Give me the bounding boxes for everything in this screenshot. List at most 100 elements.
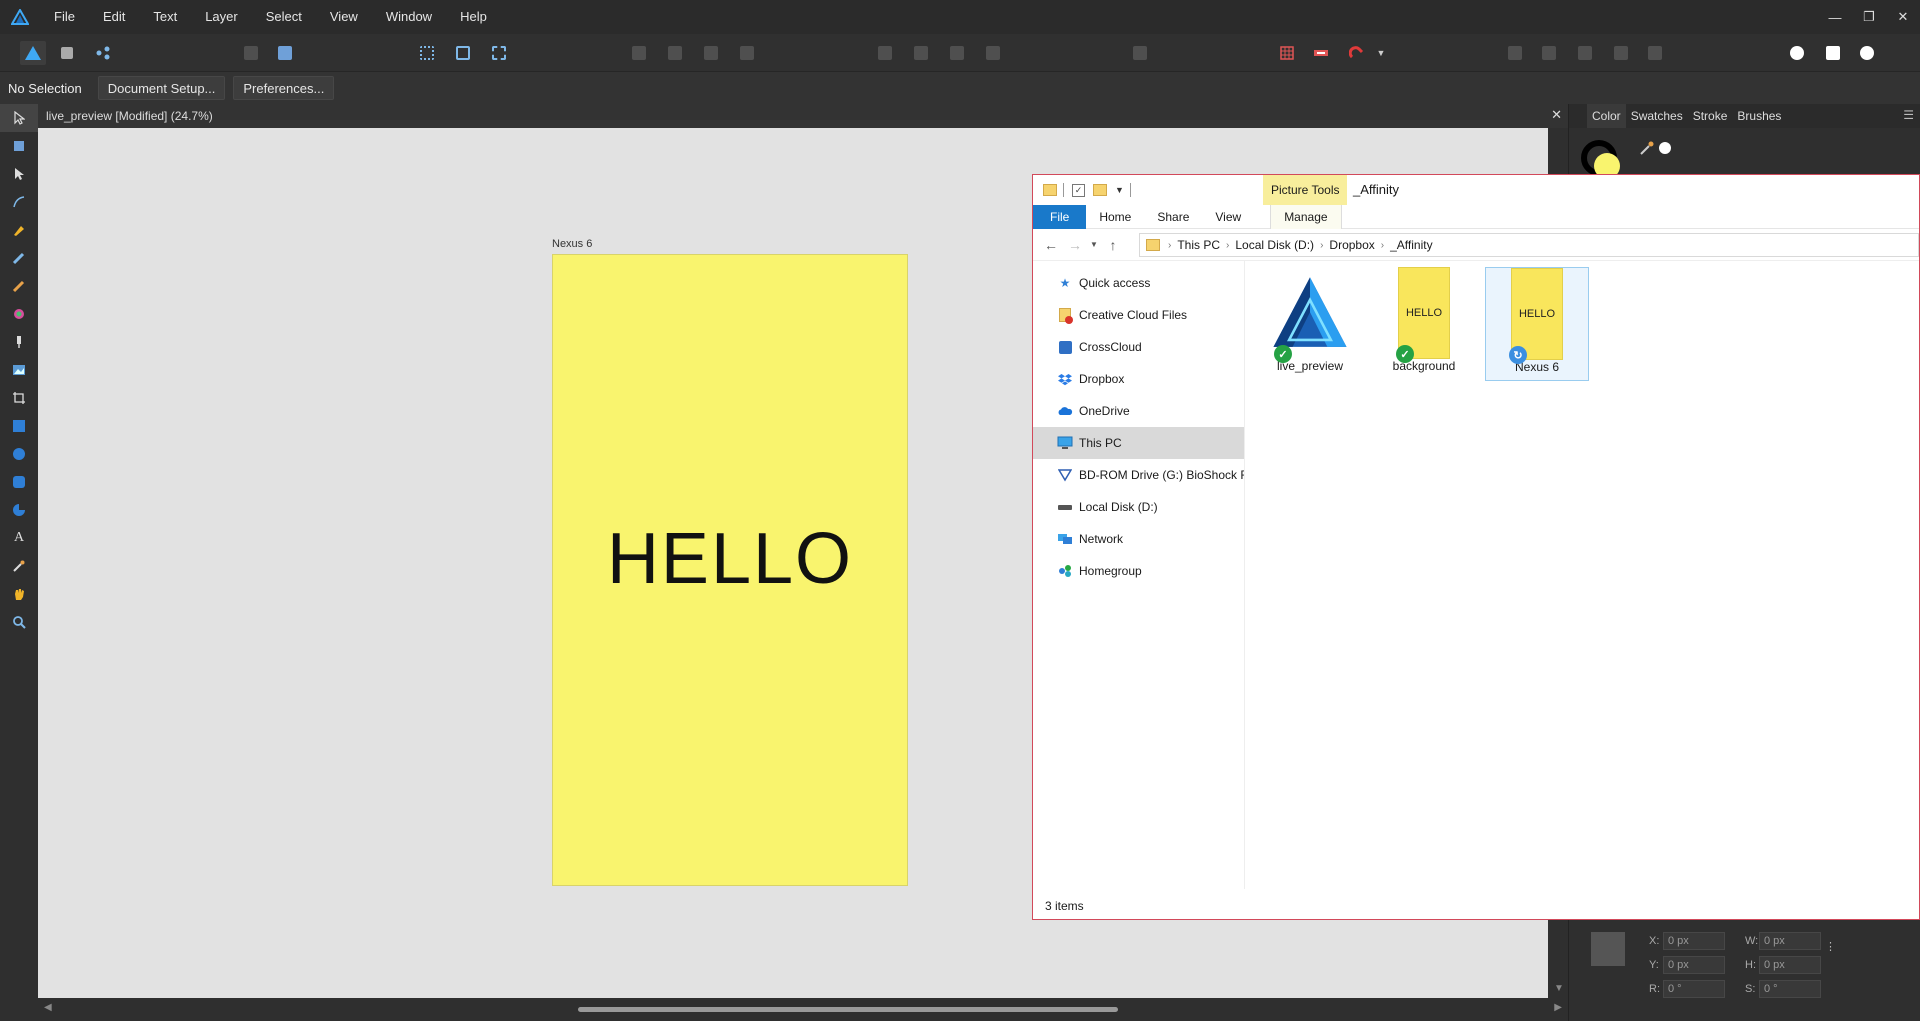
tb-icon-16[interactable] [1572,41,1598,65]
document-setup-button[interactable]: Document Setup... [97,76,226,100]
zoom-tool-icon[interactable] [0,608,38,636]
up-arrow-icon[interactable]: ↑ [1101,237,1125,253]
point-transform-icon[interactable] [0,188,38,216]
tb-icon-3[interactable] [414,41,440,65]
forward-arrow-icon[interactable]: → [1063,237,1087,253]
artboard-text[interactable]: HELLO [607,518,853,600]
node-tool-icon[interactable] [0,160,38,188]
snapping-magnet-icon[interactable] [1344,41,1370,65]
file-item-live-preview[interactable]: ✓ live_preview [1258,267,1362,381]
file-item-background[interactable]: HELLO ✓ background [1372,267,1476,381]
menu-select[interactable]: Select [252,0,316,34]
ribbon-tab-share[interactable]: Share [1144,205,1202,229]
ellipse-tool-icon[interactable] [0,440,38,468]
file-explorer-window[interactable]: ✓ ▼ Picture Tools _Affinity File Home Sh… [1032,174,1920,920]
artboard-tool-icon[interactable] [0,132,38,160]
rotation-field[interactable]: 0 ° [1663,980,1725,998]
insert-inside-icon[interactable] [1784,41,1810,65]
breadcrumb-local-disk[interactable]: Local Disk (D:) [1231,238,1318,252]
tb-icon-17[interactable] [1608,41,1634,65]
y-field[interactable]: 0 px [1663,956,1725,974]
color-picker-icon[interactable] [0,552,38,580]
vector-brush-icon[interactable] [0,272,38,300]
close-button[interactable]: ✕ [1886,0,1920,34]
tb-icon-2[interactable] [272,41,298,65]
breadcrumb-dropbox[interactable]: Dropbox [1325,238,1378,252]
tb-icon-15[interactable] [1536,41,1562,65]
nav-item-crosscloud[interactable]: CrossCloud [1033,331,1244,363]
pixel-persona-icon[interactable] [54,41,80,65]
nav-item-homegroup[interactable]: Homegroup [1033,555,1244,587]
tb-icon-10[interactable] [872,41,898,65]
artboard-label[interactable]: Nexus 6 [552,238,592,250]
tb-icon-13[interactable] [980,41,1006,65]
export-persona-icon[interactable] [90,41,116,65]
insert-behind-icon[interactable] [1820,41,1846,65]
transparency-tool-icon[interactable] [0,328,38,356]
horizontal-scrollbar[interactable]: ◀ ▶ [38,998,1568,1021]
eyedropper-icon[interactable] [1639,140,1655,159]
breadcrumb-this-pc[interactable]: This PC [1173,238,1224,252]
text-tool-icon[interactable]: A [0,524,38,552]
tb-icon-8[interactable] [698,41,724,65]
back-arrow-icon[interactable]: ← [1039,237,1063,253]
ribbon-tab-view[interactable]: View [1202,205,1254,229]
lock-aspect-icon[interactable]: ⋮ [1825,940,1836,953]
minimize-button[interactable]: — [1818,0,1852,34]
rectangle-tool-icon[interactable] [0,412,38,440]
panel-menu-icon[interactable]: ☰ [1903,108,1914,122]
ribbon-tab-file[interactable]: File [1033,204,1087,229]
tab-stroke[interactable]: Stroke [1688,104,1733,128]
ribbon-tab-manage[interactable]: Manage [1270,204,1342,229]
transform-anchor-icon[interactable] [1591,932,1625,966]
pencil-tool-icon[interactable] [0,244,38,272]
menu-file[interactable]: File [40,0,89,34]
w-field[interactable]: 0 px [1759,932,1821,950]
nav-item-bd-rom[interactable]: BD-ROM Drive (G:) BioShock Re [1033,459,1244,491]
snapping-dropdown-icon[interactable]: ▼ [1374,41,1388,65]
menu-help[interactable]: Help [446,0,501,34]
recent-locations-icon[interactable]: ▼ [1087,240,1101,249]
artboard[interactable]: HELLO [552,254,908,886]
pie-tool-icon[interactable] [0,496,38,524]
nav-item-onedrive[interactable]: OneDrive [1033,395,1244,427]
place-image-icon[interactable] [0,356,38,384]
align-dropdown-icon[interactable] [1120,41,1160,65]
customize-qat-icon[interactable]: ▼ [1115,185,1124,195]
nav-item-this-pc[interactable]: This PC [1033,427,1244,459]
tb-icon-18[interactable] [1642,41,1668,65]
nav-item-network[interactable]: Network [1033,523,1244,555]
fill-tool-icon[interactable] [0,300,38,328]
affinity-designer-logo-icon[interactable] [0,0,40,34]
menu-window[interactable]: Window [372,0,446,34]
tab-brushes[interactable]: Brushes [1732,104,1786,128]
new-folder-icon[interactable] [1093,184,1107,196]
rounded-rect-tool-icon[interactable] [0,468,38,496]
tb-icon-14[interactable] [1502,41,1528,65]
nav-item-creative-cloud[interactable]: Creative Cloud Files [1033,299,1244,331]
designer-persona-icon[interactable] [20,41,46,65]
tb-icon-1[interactable] [238,41,264,65]
white-swatch[interactable] [1659,142,1671,154]
address-bar[interactable]: › This PC › Local Disk (D:) › Dropbox › … [1139,233,1919,257]
shear-field[interactable]: 0 ° [1759,980,1821,998]
tb-icon-4[interactable] [450,41,476,65]
close-document-icon[interactable]: ✕ [1551,107,1562,123]
x-field[interactable]: 0 px [1663,932,1725,950]
crop-tool-icon[interactable] [0,384,38,412]
scroll-left-icon[interactable]: ◀ [44,1002,52,1013]
ribbon-tab-home[interactable]: Home [1086,205,1144,229]
snapping-pixel-icon[interactable] [1308,41,1334,65]
tab-swatches[interactable]: Swatches [1626,104,1688,128]
nav-item-dropbox[interactable]: Dropbox [1033,363,1244,395]
tb-icon-5[interactable] [486,41,512,65]
tb-icon-11[interactable] [908,41,934,65]
hand-tool-icon[interactable] [0,580,38,608]
preferences-button[interactable]: Preferences... [233,76,335,100]
menu-text[interactable]: Text [139,0,191,34]
tb-icon-6[interactable] [626,41,652,65]
properties-icon[interactable]: ✓ [1072,183,1085,197]
breadcrumb-affinity[interactable]: _Affinity [1386,238,1436,252]
tb-icon-12[interactable] [944,41,970,65]
nav-item-local-disk[interactable]: Local Disk (D:) [1033,491,1244,523]
